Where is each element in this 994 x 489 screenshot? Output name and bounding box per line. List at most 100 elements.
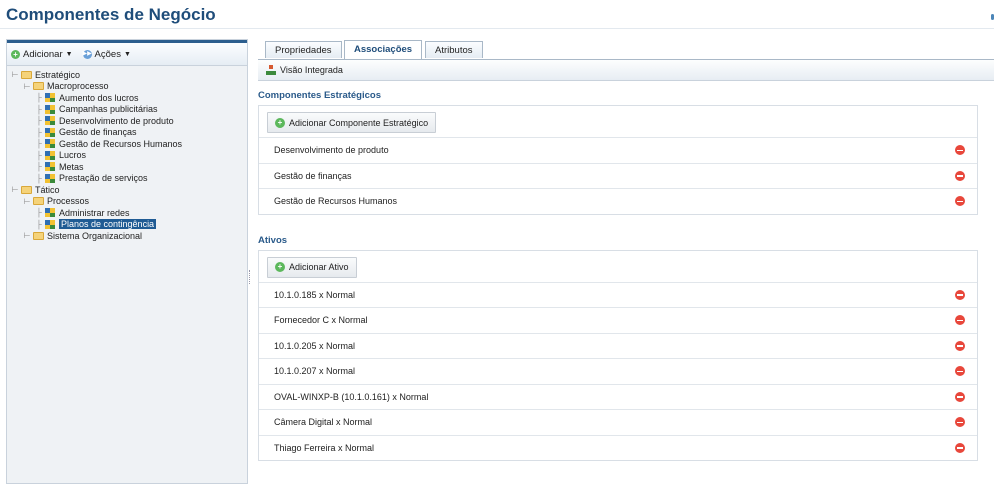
tree-node-label: Campanhas publicitárias bbox=[59, 104, 158, 115]
tree-node[interactable]: ├ Campanhas publicitárias bbox=[7, 104, 247, 116]
remove-icon[interactable] bbox=[955, 170, 965, 181]
strategic-section-title: Componentes Estratégicos bbox=[258, 90, 381, 101]
tree-node-label: Macroprocesso bbox=[47, 81, 109, 92]
tree-node-label: Lucros bbox=[59, 150, 87, 161]
add-asset-button[interactable]: + Adicionar Ativo bbox=[267, 256, 357, 278]
component-icon bbox=[45, 208, 55, 218]
tree-node[interactable]: ⊢ Macroprocesso bbox=[7, 81, 247, 93]
tree-node-label: Gestão de finanças bbox=[59, 127, 137, 138]
remove-icon[interactable] bbox=[955, 145, 965, 156]
caret-down-icon: ▼ bbox=[65, 50, 73, 58]
tree-node-label: Desenvolvimento de produto bbox=[59, 115, 174, 126]
expand-toggle-icon[interactable]: ⊢ bbox=[11, 70, 19, 79]
actions-icon: ▶▶ bbox=[82, 49, 92, 59]
remove-icon[interactable] bbox=[955, 417, 965, 428]
list-item: OVAL-WINXP-B (10.1.0.161) x Normal bbox=[259, 383, 977, 410]
actions-menu-button[interactable]: ▶▶ Ações ▼ bbox=[82, 48, 131, 60]
list-item-label: Desenvolvimento de produto bbox=[274, 145, 389, 156]
tab-propriedades[interactable]: Propriedades bbox=[265, 41, 342, 58]
tree-connector-icon: ├ bbox=[36, 162, 42, 172]
remove-icon[interactable] bbox=[955, 315, 965, 326]
tree-node[interactable]: ├ Desenvolvimento de produto bbox=[7, 115, 247, 127]
tree-node-label: Tático bbox=[35, 184, 60, 195]
list-item: Gestão de Recursos Humanos bbox=[259, 188, 977, 214]
component-icon bbox=[45, 162, 55, 172]
tree-toolbar: + Adicionar ▼ ▶▶ Ações ▼ bbox=[7, 43, 247, 66]
tree-node[interactable]: ⊢ Sistema Organizacional bbox=[7, 230, 247, 242]
caret-down-icon: ▼ bbox=[123, 50, 131, 58]
add-icon: + bbox=[275, 117, 285, 128]
component-icon bbox=[45, 139, 55, 149]
list-item-label: OVAL-WINXP-B (10.1.0.161) x Normal bbox=[274, 391, 429, 402]
list-item-label: Câmera Digital x Normal bbox=[274, 417, 373, 428]
tree-connector-icon: ├ bbox=[36, 116, 42, 126]
component-icon bbox=[45, 150, 55, 160]
component-icon bbox=[45, 104, 55, 114]
list-item-label: Thiago Ferreira x Normal bbox=[274, 442, 375, 453]
tree-connector-icon: ├ bbox=[36, 150, 42, 160]
list-item: Fornecedor C x Normal bbox=[259, 307, 977, 333]
tab-bar: Propriedades Associações Atributos bbox=[258, 39, 994, 60]
list-item: 10.1.0.205 x Normal bbox=[259, 332, 977, 359]
tree-node[interactable]: ⊢ Processos bbox=[7, 196, 247, 208]
assets-section-title: Ativos bbox=[258, 234, 288, 246]
tree-view: ⊢ Estratégico ⊢ Macroprocesso ├ Aumento dos l… bbox=[7, 66, 247, 242]
tree-node-label: Administrar redes bbox=[59, 207, 130, 218]
tree-node-label: Estratégico bbox=[35, 69, 81, 80]
list-item-label: Gestão de Recursos Humanos bbox=[274, 196, 398, 207]
folder-icon bbox=[33, 82, 44, 91]
add-menu-button[interactable]: + Adicionar ▼ bbox=[11, 49, 73, 60]
list-item-label: Gestão de finanças bbox=[274, 170, 352, 181]
tab-associacoes[interactable]: Associações bbox=[344, 40, 423, 59]
tab-atributos[interactable]: Atributos bbox=[425, 41, 483, 58]
tree-node[interactable]: ├ Metas bbox=[7, 161, 247, 173]
add-menu-label: Adicionar bbox=[23, 48, 63, 60]
tree-node-label: Planos de contingência bbox=[59, 219, 157, 230]
list-item-label: 10.1.0.205 x Normal bbox=[274, 340, 356, 351]
tree-node[interactable]: ├ Gestão de finanças bbox=[7, 127, 247, 139]
remove-icon[interactable] bbox=[955, 442, 965, 453]
remove-icon[interactable] bbox=[955, 340, 965, 351]
list-item-label: 10.1.0.185 x Normal bbox=[274, 289, 356, 300]
tree-node[interactable]: ⊢ Estratégico bbox=[7, 69, 247, 81]
remove-icon[interactable] bbox=[955, 366, 965, 377]
remove-icon[interactable] bbox=[955, 391, 965, 402]
tree-connector-icon: ├ bbox=[36, 127, 42, 137]
view-toolbar: Visão Integrada bbox=[258, 60, 994, 81]
strategic-section: + Adicionar Componente Estratégico Desen… bbox=[258, 105, 978, 215]
integrated-view-icon bbox=[266, 65, 276, 75]
assets-list: 10.1.0.185 x Normal Fornecedor C x Normal… bbox=[259, 281, 977, 461]
remove-icon[interactable] bbox=[955, 289, 965, 300]
tree-node[interactable]: ├ Aumento dos lucros bbox=[7, 92, 247, 104]
component-icon bbox=[45, 219, 55, 229]
expand-toggle-icon[interactable]: ⊢ bbox=[11, 185, 19, 194]
list-item: Thiago Ferreira x Normal bbox=[259, 434, 977, 461]
integrated-view-link[interactable]: Visão Integrada bbox=[280, 65, 343, 75]
tree-node-label: Metas bbox=[59, 161, 84, 172]
tree-node-label: Aumento dos lucros bbox=[59, 92, 139, 103]
tree-node-label: Gestão de Recursos Humanos bbox=[59, 138, 183, 149]
tree-node[interactable]: ├ Gestão de Recursos Humanos bbox=[7, 138, 247, 150]
remove-icon[interactable] bbox=[955, 196, 965, 207]
tree-node[interactable]: ├ Prestação de serviços bbox=[7, 173, 247, 185]
expand-toggle-icon[interactable]: ⊢ bbox=[23, 197, 31, 206]
actions-menu-label: Ações bbox=[94, 48, 121, 60]
list-item: Desenvolvimento de produto bbox=[259, 137, 977, 163]
tree-connector-icon: ├ bbox=[36, 139, 42, 149]
component-icon bbox=[45, 116, 55, 126]
panel-splitter[interactable] bbox=[249, 270, 252, 284]
tree-connector-icon: ├ bbox=[36, 93, 42, 103]
add-strategic-button[interactable]: + Adicionar Componente Estratégico bbox=[267, 112, 437, 133]
tree-node-label: Sistema Organizacional bbox=[47, 230, 143, 241]
list-item: Câmera Digital x Normal bbox=[259, 409, 977, 435]
expand-toggle-icon[interactable]: ⊢ bbox=[23, 82, 31, 91]
tree-node[interactable]: ⊢ Tático bbox=[7, 184, 247, 196]
expand-toggle-icon[interactable]: ⊢ bbox=[23, 231, 31, 240]
add-strategic-label: Adicionar Componente Estratégico bbox=[289, 117, 429, 128]
tree-node[interactable]: ├ Planos de contingência bbox=[7, 219, 247, 231]
tree-node[interactable]: ├ Administrar redes bbox=[7, 207, 247, 219]
tree-node[interactable]: ├ Lucros bbox=[7, 150, 247, 162]
tree-node-label: Prestação de serviços bbox=[59, 173, 148, 184]
add-asset-label: Adicionar Ativo bbox=[289, 262, 349, 272]
add-icon: + bbox=[11, 49, 20, 59]
